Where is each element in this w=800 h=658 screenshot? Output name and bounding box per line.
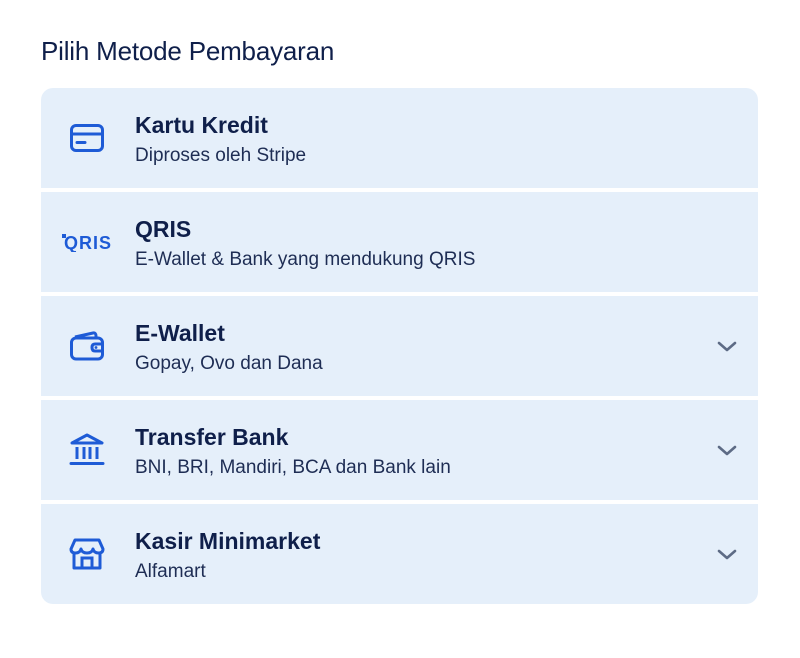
chevron-down-icon[interactable] (715, 438, 739, 462)
payment-method-credit-card[interactable]: Kartu Kredit Diproses oleh Stripe (41, 88, 758, 188)
payment-method-name: QRIS (135, 216, 192, 242)
qris-logo-icon: QRIS (61, 224, 115, 260)
chevron-down-icon[interactable] (715, 334, 739, 358)
chevron-down-icon[interactable] (715, 542, 739, 566)
payment-method-bank-transfer[interactable]: Transfer Bank BNI, BRI, Mandiri, BCA dan… (41, 400, 758, 500)
payment-method-description: Diproses oleh Stripe (135, 145, 307, 166)
page-title: Pilih Metode Pembayaran (41, 36, 335, 66)
payment-method-description: BNI, BRI, Mandiri, BCA dan Bank lain (135, 457, 451, 478)
bank-icon (68, 432, 106, 468)
payment-method-ewallet[interactable]: E-Wallet Gopay, Ovo dan Dana (41, 296, 758, 396)
credit-card-icon (68, 120, 106, 156)
payment-method-name: E-Wallet (135, 320, 225, 346)
payment-method-description: Alfamart (135, 561, 206, 582)
wallet-icon (68, 328, 106, 364)
payment-method-minimarket[interactable]: Kasir Minimarket Alfamart (41, 504, 758, 604)
payment-method-qris[interactable]: QRIS QRIS E-Wallet & Bank yang mendukung… (41, 192, 758, 292)
store-icon (68, 536, 106, 572)
payment-method-list: Kartu Kredit Diproses oleh Stripe QRIS Q… (41, 88, 758, 604)
payment-method-description: E-Wallet & Bank yang mendukung QRIS (135, 249, 476, 270)
qris-logo-text: QRIS (64, 233, 112, 252)
payment-method-name: Kartu Kredit (135, 112, 268, 138)
payment-method-name: Kasir Minimarket (135, 528, 321, 554)
payment-method-description: Gopay, Ovo dan Dana (135, 353, 323, 374)
payment-method-name: Transfer Bank (135, 424, 289, 450)
